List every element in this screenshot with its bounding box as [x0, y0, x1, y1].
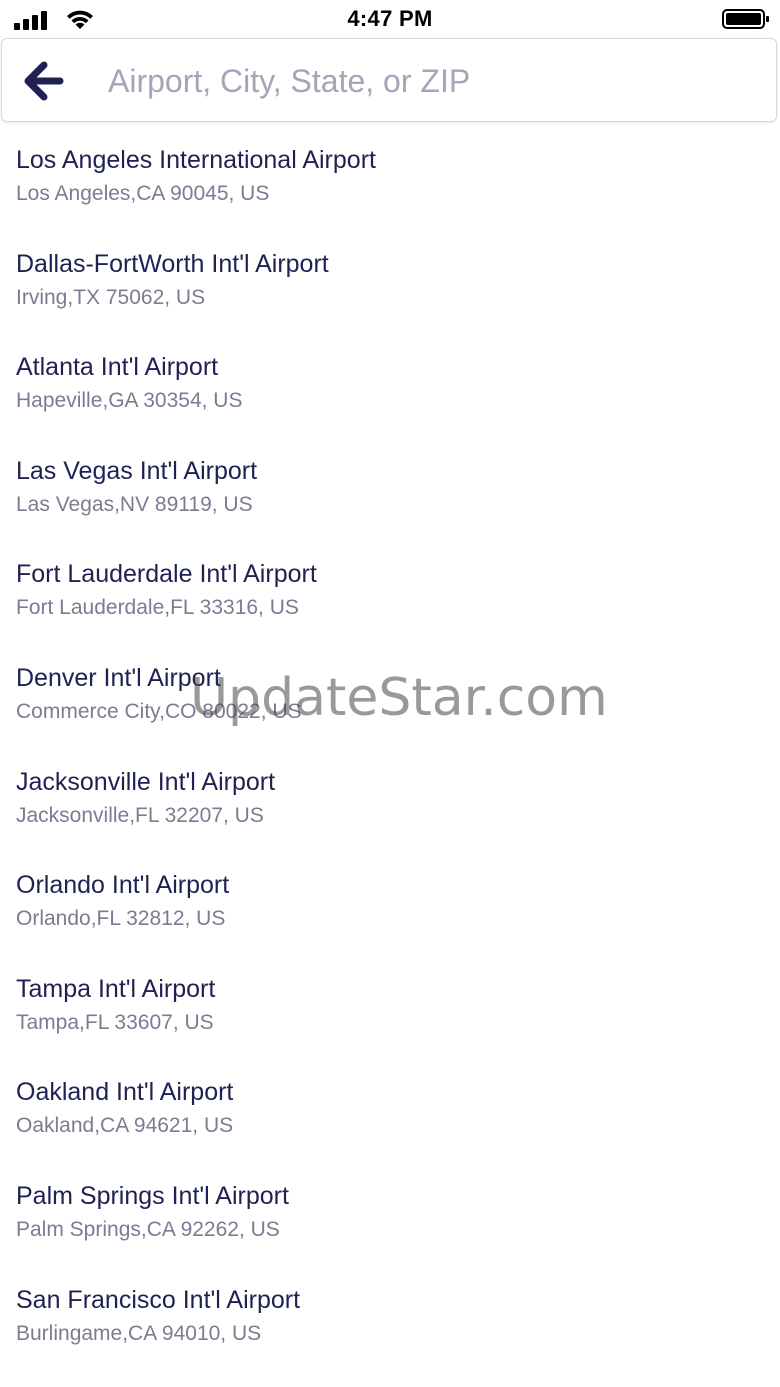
airport-name: Los Angeles International Airport — [16, 146, 376, 174]
list-item[interactable]: Orlando Int'l Airport Orlando,FL 32812, … — [0, 849, 780, 953]
airport-address: Burlingame,CA 94010, US — [16, 1321, 262, 1345]
airport-address: Palm Springs,CA 92262, US — [16, 1217, 280, 1241]
list-item[interactable]: Los Angeles International Airport Los An… — [0, 124, 780, 228]
airport-name: Palm Springs Int'l Airport — [16, 1181, 289, 1210]
airport-address: Fort Lauderdale,FL 33316, US — [16, 596, 299, 620]
list-item[interactable]: San Francisco Int'l Airport Burlingame,C… — [0, 1264, 780, 1368]
airport-address: Las Vegas,NV 89119, US — [16, 492, 253, 516]
list-item[interactable]: Dallas-FortWorth Int'l Airport Irving,TX… — [0, 228, 780, 332]
list-item[interactable]: Jacksonville Int'l Airport Jacksonville,… — [0, 746, 780, 850]
airport-address: Oakland,CA 94621, US — [16, 1114, 234, 1138]
list-item[interactable]: Oakland Int'l Airport Oakland,CA 94621, … — [0, 1056, 780, 1160]
airport-name: Jacksonville Int'l Airport — [16, 767, 276, 796]
list-item[interactable]: Las Vegas Int'l Airport Las Vegas,NV 891… — [0, 435, 780, 539]
list-item[interactable]: Tampa Int'l Airport Tampa,FL 33607, US — [0, 953, 780, 1057]
airport-name: Dallas-FortWorth Int'l Airport — [16, 249, 329, 278]
airport-name: Fort Lauderdale Int'l Airport — [16, 560, 317, 589]
airport-name: Denver Int'l Airport — [16, 663, 221, 692]
search-bar — [1, 38, 777, 122]
list-item[interactable]: Denver Int'l Airport Commerce City,CO 80… — [0, 642, 780, 746]
airport-address: Commerce City,CO 80022, US — [16, 699, 302, 723]
airport-name: San Francisco Int'l Airport — [16, 1285, 301, 1314]
battery-full-icon — [722, 9, 769, 29]
airport-list: Los Angeles International Airport Los An… — [0, 124, 780, 1367]
status-bar: 4:47 PM — [0, 0, 780, 38]
airport-address: Hapeville,GA 30354, US — [16, 389, 243, 413]
airport-name: Orlando Int'l Airport — [16, 871, 230, 900]
airport-name: Oakland Int'l Airport — [16, 1078, 234, 1107]
airport-name: Las Vegas Int'l Airport — [16, 456, 258, 485]
arrow-left-icon[interactable] — [18, 57, 66, 105]
airport-address: Irving,TX 75062, US — [16, 285, 206, 309]
airport-address: Tampa,FL 33607, US — [16, 1010, 214, 1034]
airport-name: Atlanta Int'l Airport — [16, 353, 219, 382]
airport-address: Orlando,FL 32812, US — [16, 907, 226, 931]
list-item[interactable]: Fort Lauderdale Int'l Airport Fort Laude… — [0, 538, 780, 642]
status-time: 4:47 PM — [347, 6, 433, 31]
list-item[interactable]: Palm Springs Int'l Airport Palm Springs,… — [0, 1160, 780, 1264]
airport-name: Tampa Int'l Airport — [16, 974, 216, 1003]
search-input[interactable] — [108, 57, 748, 105]
list-item[interactable]: Atlanta Int'l Airport Hapeville,GA 30354… — [0, 331, 780, 435]
airport-address: Jacksonville,FL 32207, US — [16, 803, 264, 827]
airport-address: Los Angeles,CA 90045, US — [16, 182, 270, 205]
